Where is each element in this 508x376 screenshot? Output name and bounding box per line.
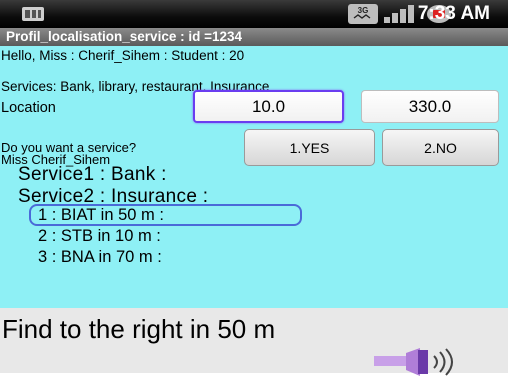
sim-icon — [22, 7, 44, 21]
location-label: Location — [1, 100, 56, 116]
signal-bars-icon — [384, 5, 414, 23]
svg-text:3G: 3G — [358, 6, 369, 15]
result-item-1[interactable]: 1 : BIAT in 50 m : — [38, 206, 164, 224]
speaker-sound-icon[interactable] — [372, 348, 482, 376]
location-x-input[interactable] — [193, 90, 344, 123]
main-content: Hello, Miss : Cherif_Sihem : Student : 2… — [0, 46, 508, 334]
bottom-panel: Find to the right in 50 m — [0, 308, 508, 376]
service1-text: Service1 : Bank : — [18, 164, 167, 185]
status-bar: 3G 7:33 AM — [0, 0, 508, 28]
yes-button[interactable]: 1.YES — [244, 129, 375, 166]
clock: 7:33 AM — [417, 3, 490, 24]
phone-screen: 3G 7:33 AM Profil_localisation_service :… — [0, 0, 508, 376]
result-item-3[interactable]: 3 : BNA in 70 m : — [38, 248, 162, 266]
no-button[interactable]: 2.NO — [382, 129, 499, 166]
result-item-2[interactable]: 2 : STB in 10 m : — [38, 227, 161, 245]
app-title: Profil_localisation_service : id =1234 — [0, 28, 508, 46]
direction-message: Find to the right in 50 m — [2, 314, 276, 344]
network-3g-icon: 3G — [348, 4, 378, 24]
greeting-text: Hello, Miss : Cherif_Sihem : Student : 2… — [1, 48, 245, 63]
location-y-input[interactable] — [361, 90, 499, 123]
